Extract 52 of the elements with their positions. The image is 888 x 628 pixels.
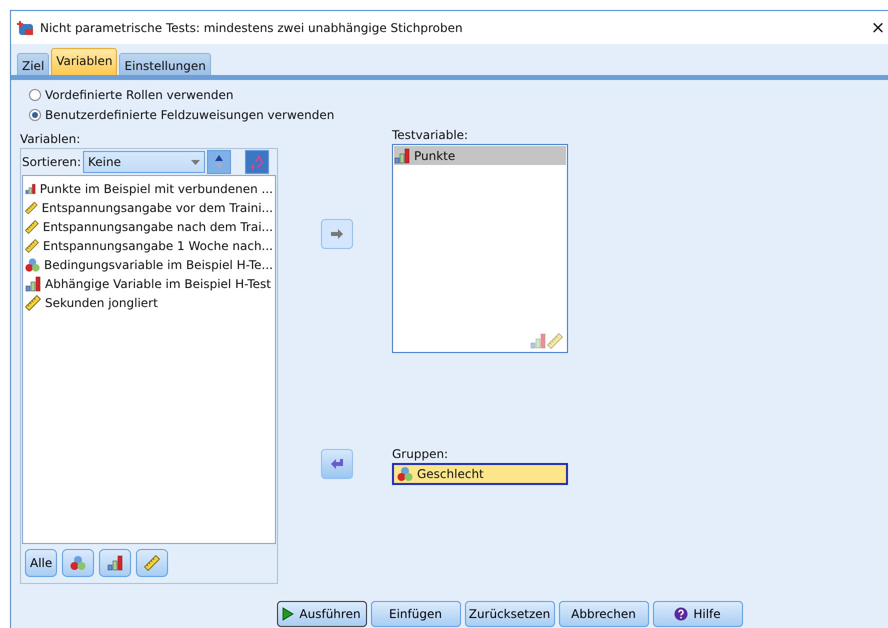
test-variable-label: Testvariable: [392,128,470,142]
window-title: Nicht parametrische Tests: mindestens zwei unabhängige Stichproben [40,20,464,34]
variable-item[interactable]: Punkte im Beispiel mit verbundenen ... [25,179,273,198]
dialog-button[interactable]: Abbrechen [558,601,648,627]
radio-label: Vordefinierte Rollen verwenden [45,88,234,102]
bar-chart-icon [530,333,546,349]
sort-order-button[interactable] [207,150,232,174]
play-icon [282,607,294,621]
circles-icon [25,256,40,272]
move-right-button[interactable] [321,219,353,249]
test-variable-item[interactable]: Punkte [394,146,566,165]
run-button[interactable]: Ausführen [276,601,366,627]
nominal-filter-button[interactable] [62,549,94,577]
sort-arrows-icon [214,154,224,170]
variable-item[interactable]: Entspannungsangabe vor dem Traini... [25,198,273,217]
arrow-left-icon [330,458,344,470]
bar-chart-icon [25,276,41,292]
scale-filter-button[interactable] [136,549,168,577]
dialog-button[interactable]: Einfügen [370,601,460,627]
arrow-right-icon [330,228,344,240]
ruler-icon [25,294,41,310]
sort-label: Sortieren: [22,155,82,169]
sort-alpha-icon [249,154,266,170]
variable-item[interactable]: Sekunden jongliert [25,293,273,312]
close-button[interactable]: × [868,18,888,38]
variable-item[interactable]: Abhängige Variable im Beispiel H-Test [25,274,273,293]
radio-label: Benutzerdefinierte Feldzuweisungen verwenden [45,108,334,122]
groups-field[interactable]: Geschlecht [392,463,568,485]
tab[interactable]: Ziel [17,53,50,75]
variables-label: Variablen: [20,132,82,146]
radio-button[interactable] [29,109,41,121]
all-filter-button[interactable]: Alle [25,549,58,577]
radio-button[interactable] [29,89,41,101]
circles-icon [70,555,86,571]
help-button[interactable]: Hilfe [652,601,742,627]
variable-item[interactable]: Entspannungsangabe nach dem Trai... [25,217,273,236]
bar-chart-icon [107,555,124,571]
sort-alpha-button[interactable] [245,150,270,174]
groups-label: Gruppen: [392,447,450,461]
bar-chart-icon [394,148,410,164]
variable-item[interactable]: Bedingungsvariable im Beispiel H-Te... [25,255,273,274]
circles-icon [397,466,413,482]
ordinal-filter-button[interactable] [99,549,132,577]
app-icon [16,20,34,36]
variable-item[interactable]: Entspannungsangabe 1 Woche nach... [25,236,273,255]
tab[interactable]: Variablen [51,48,118,75]
caret-icon [191,160,200,164]
tab[interactable]: Einstellungen [119,53,211,75]
sort-dropdown[interactable]: Keine [83,151,206,173]
help-icon [674,607,688,621]
move-left-button[interactable] [321,449,353,479]
dialog-button[interactable]: Zurücksetzen [464,601,554,627]
